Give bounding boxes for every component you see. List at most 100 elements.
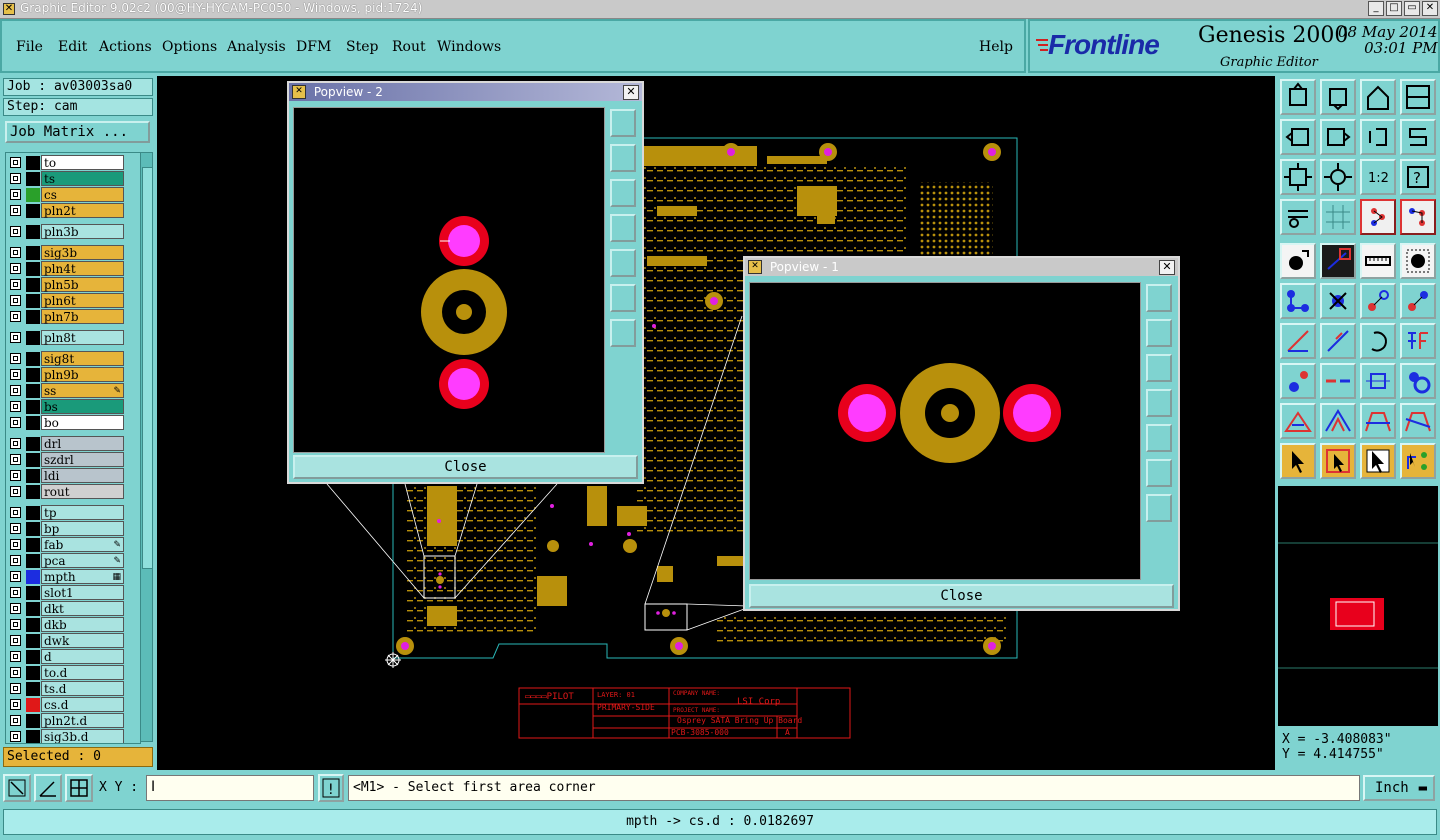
layer-swatch[interactable]	[26, 400, 40, 414]
layer-row[interactable]: ts	[6, 171, 140, 187]
pointer-select-icon[interactable]	[1360, 443, 1396, 479]
delete-feature-icon[interactable]	[1320, 283, 1356, 319]
layer-name[interactable]: sig8t	[41, 351, 124, 366]
add-feature-icon[interactable]	[1280, 243, 1316, 279]
layer-swatch[interactable]	[26, 437, 40, 451]
menu-dfm[interactable]: DFM	[296, 39, 331, 55]
layer-swatch[interactable]	[26, 352, 40, 366]
layer-checkbox[interactable]	[10, 523, 21, 534]
layer-row[interactable]: pln2t.d	[6, 713, 140, 729]
grid-icon[interactable]	[1320, 199, 1356, 235]
layer-name[interactable]: slot1	[41, 585, 124, 600]
minimize-button[interactable]: _	[1368, 1, 1384, 16]
mirror-icon[interactable]	[1360, 119, 1396, 155]
layer-checkbox[interactable]	[10, 385, 21, 396]
layer-name[interactable]: pln6t	[41, 293, 124, 308]
layer-row[interactable]: mpth ▦	[6, 569, 140, 585]
layer-checkbox[interactable]	[10, 507, 21, 518]
alert-icon[interactable]: !	[318, 774, 344, 802]
menu-options[interactable]: Options	[162, 39, 217, 55]
layer-row[interactable]: d	[6, 649, 140, 665]
popview-zoom-out-button[interactable]	[1146, 494, 1172, 522]
layer-checkbox[interactable]	[10, 263, 21, 274]
layer-swatch[interactable]	[26, 586, 40, 600]
ruler-icon[interactable]	[1360, 243, 1396, 279]
layer-name[interactable]: cs	[41, 187, 124, 202]
menu-step[interactable]: Step	[346, 39, 378, 55]
layer-checkbox[interactable]	[10, 417, 21, 428]
layer-swatch[interactable]	[26, 225, 40, 239]
layer-name[interactable]: dwk	[41, 633, 124, 648]
layer-row[interactable]: sig3b	[6, 245, 140, 261]
unit-selector[interactable]: Inch ▬	[1363, 775, 1435, 801]
layer-row[interactable]: pln8t	[6, 330, 140, 346]
layer-checkbox[interactable]	[10, 353, 21, 364]
layer-swatch[interactable]	[26, 416, 40, 430]
layer-swatch[interactable]	[26, 453, 40, 467]
layer-checkbox[interactable]	[10, 539, 21, 550]
overview-map[interactable]	[1278, 486, 1438, 726]
layer-swatch[interactable]	[26, 294, 40, 308]
popview-1-close-button[interactable]: Close	[749, 584, 1174, 608]
layer-name[interactable]: pln8t	[41, 330, 124, 345]
move-feature-icon[interactable]	[1360, 283, 1396, 319]
layer-swatch[interactable]	[26, 538, 40, 552]
layer-checkbox[interactable]	[10, 715, 21, 726]
layer-name[interactable]: szdrl	[41, 452, 124, 467]
layer-swatch[interactable]	[26, 666, 40, 680]
layer-row[interactable]: tp	[6, 505, 140, 521]
measure-icon[interactable]	[1360, 363, 1396, 399]
popview-zoom-out-button[interactable]	[610, 319, 636, 347]
layer-name[interactable]: sig3b	[41, 245, 124, 260]
restore-button[interactable]: ▭	[1404, 1, 1420, 16]
layer-name[interactable]: pln2t.d	[41, 713, 124, 728]
pan-left-icon[interactable]	[1280, 119, 1316, 155]
layer-name[interactable]: rout	[41, 484, 124, 499]
layer-name[interactable]: bs	[41, 399, 124, 414]
zoom-home-icon[interactable]	[1280, 79, 1316, 115]
layer-name[interactable]: ss ✎	[41, 383, 124, 398]
layer-row[interactable]: to	[6, 155, 140, 171]
zoom-down-icon[interactable]	[1320, 79, 1356, 115]
layer-swatch[interactable]	[26, 570, 40, 584]
layer-name[interactable]: pln2t	[41, 203, 124, 218]
net-pointer-icon[interactable]	[1400, 443, 1436, 479]
layer-name[interactable]: cs.d	[41, 697, 124, 712]
layer-row[interactable]: cs.d	[6, 697, 140, 713]
layer-list-scrollbar[interactable]	[140, 152, 153, 742]
popview-1-close-icon[interactable]: ✕	[1159, 260, 1175, 275]
layer-swatch[interactable]	[26, 522, 40, 536]
layer-checkbox[interactable]	[10, 401, 21, 412]
layer-checkbox[interactable]	[10, 699, 21, 710]
layer-name[interactable]: pca ✎	[41, 553, 124, 568]
layer-row[interactable]: dkt	[6, 601, 140, 617]
layer-swatch[interactable]	[26, 634, 40, 648]
layer-checkbox[interactable]	[10, 651, 21, 662]
layer-swatch[interactable]	[26, 730, 40, 743]
popview-pan-down-button[interactable]	[610, 179, 636, 207]
zoom-fit-icon[interactable]	[1280, 159, 1316, 195]
layer-row[interactable]: pln6t	[6, 293, 140, 309]
popview-pan-up-button[interactable]	[610, 144, 636, 172]
layer-checkbox[interactable]	[10, 555, 21, 566]
pad-icon[interactable]	[1400, 243, 1436, 279]
layer-row[interactable]: rout	[6, 484, 140, 500]
rotate-icon[interactable]	[1360, 323, 1396, 359]
layer-name[interactable]: d	[41, 649, 124, 664]
layer-name[interactable]: mpth ▦	[41, 569, 124, 584]
split-view-icon[interactable]	[1400, 79, 1436, 115]
menu-windows[interactable]: Windows	[437, 39, 501, 55]
layer-checkbox[interactable]	[10, 603, 21, 614]
layer-swatch[interactable]	[26, 506, 40, 520]
layer-swatch[interactable]	[26, 682, 40, 696]
layer-checkbox[interactable]	[10, 189, 21, 200]
layer-row[interactable]: pln7b	[6, 309, 140, 325]
layer-checkbox[interactable]	[10, 279, 21, 290]
layer-swatch[interactable]	[26, 384, 40, 398]
layer-name[interactable]: ts	[41, 171, 124, 186]
text-feature-icon[interactable]	[1400, 323, 1436, 359]
layer-row[interactable]: pln3b	[6, 224, 140, 240]
layer-swatch[interactable]	[26, 698, 40, 712]
popview-pan-left-button[interactable]	[610, 214, 636, 242]
layer-name[interactable]: pln5b	[41, 277, 124, 292]
